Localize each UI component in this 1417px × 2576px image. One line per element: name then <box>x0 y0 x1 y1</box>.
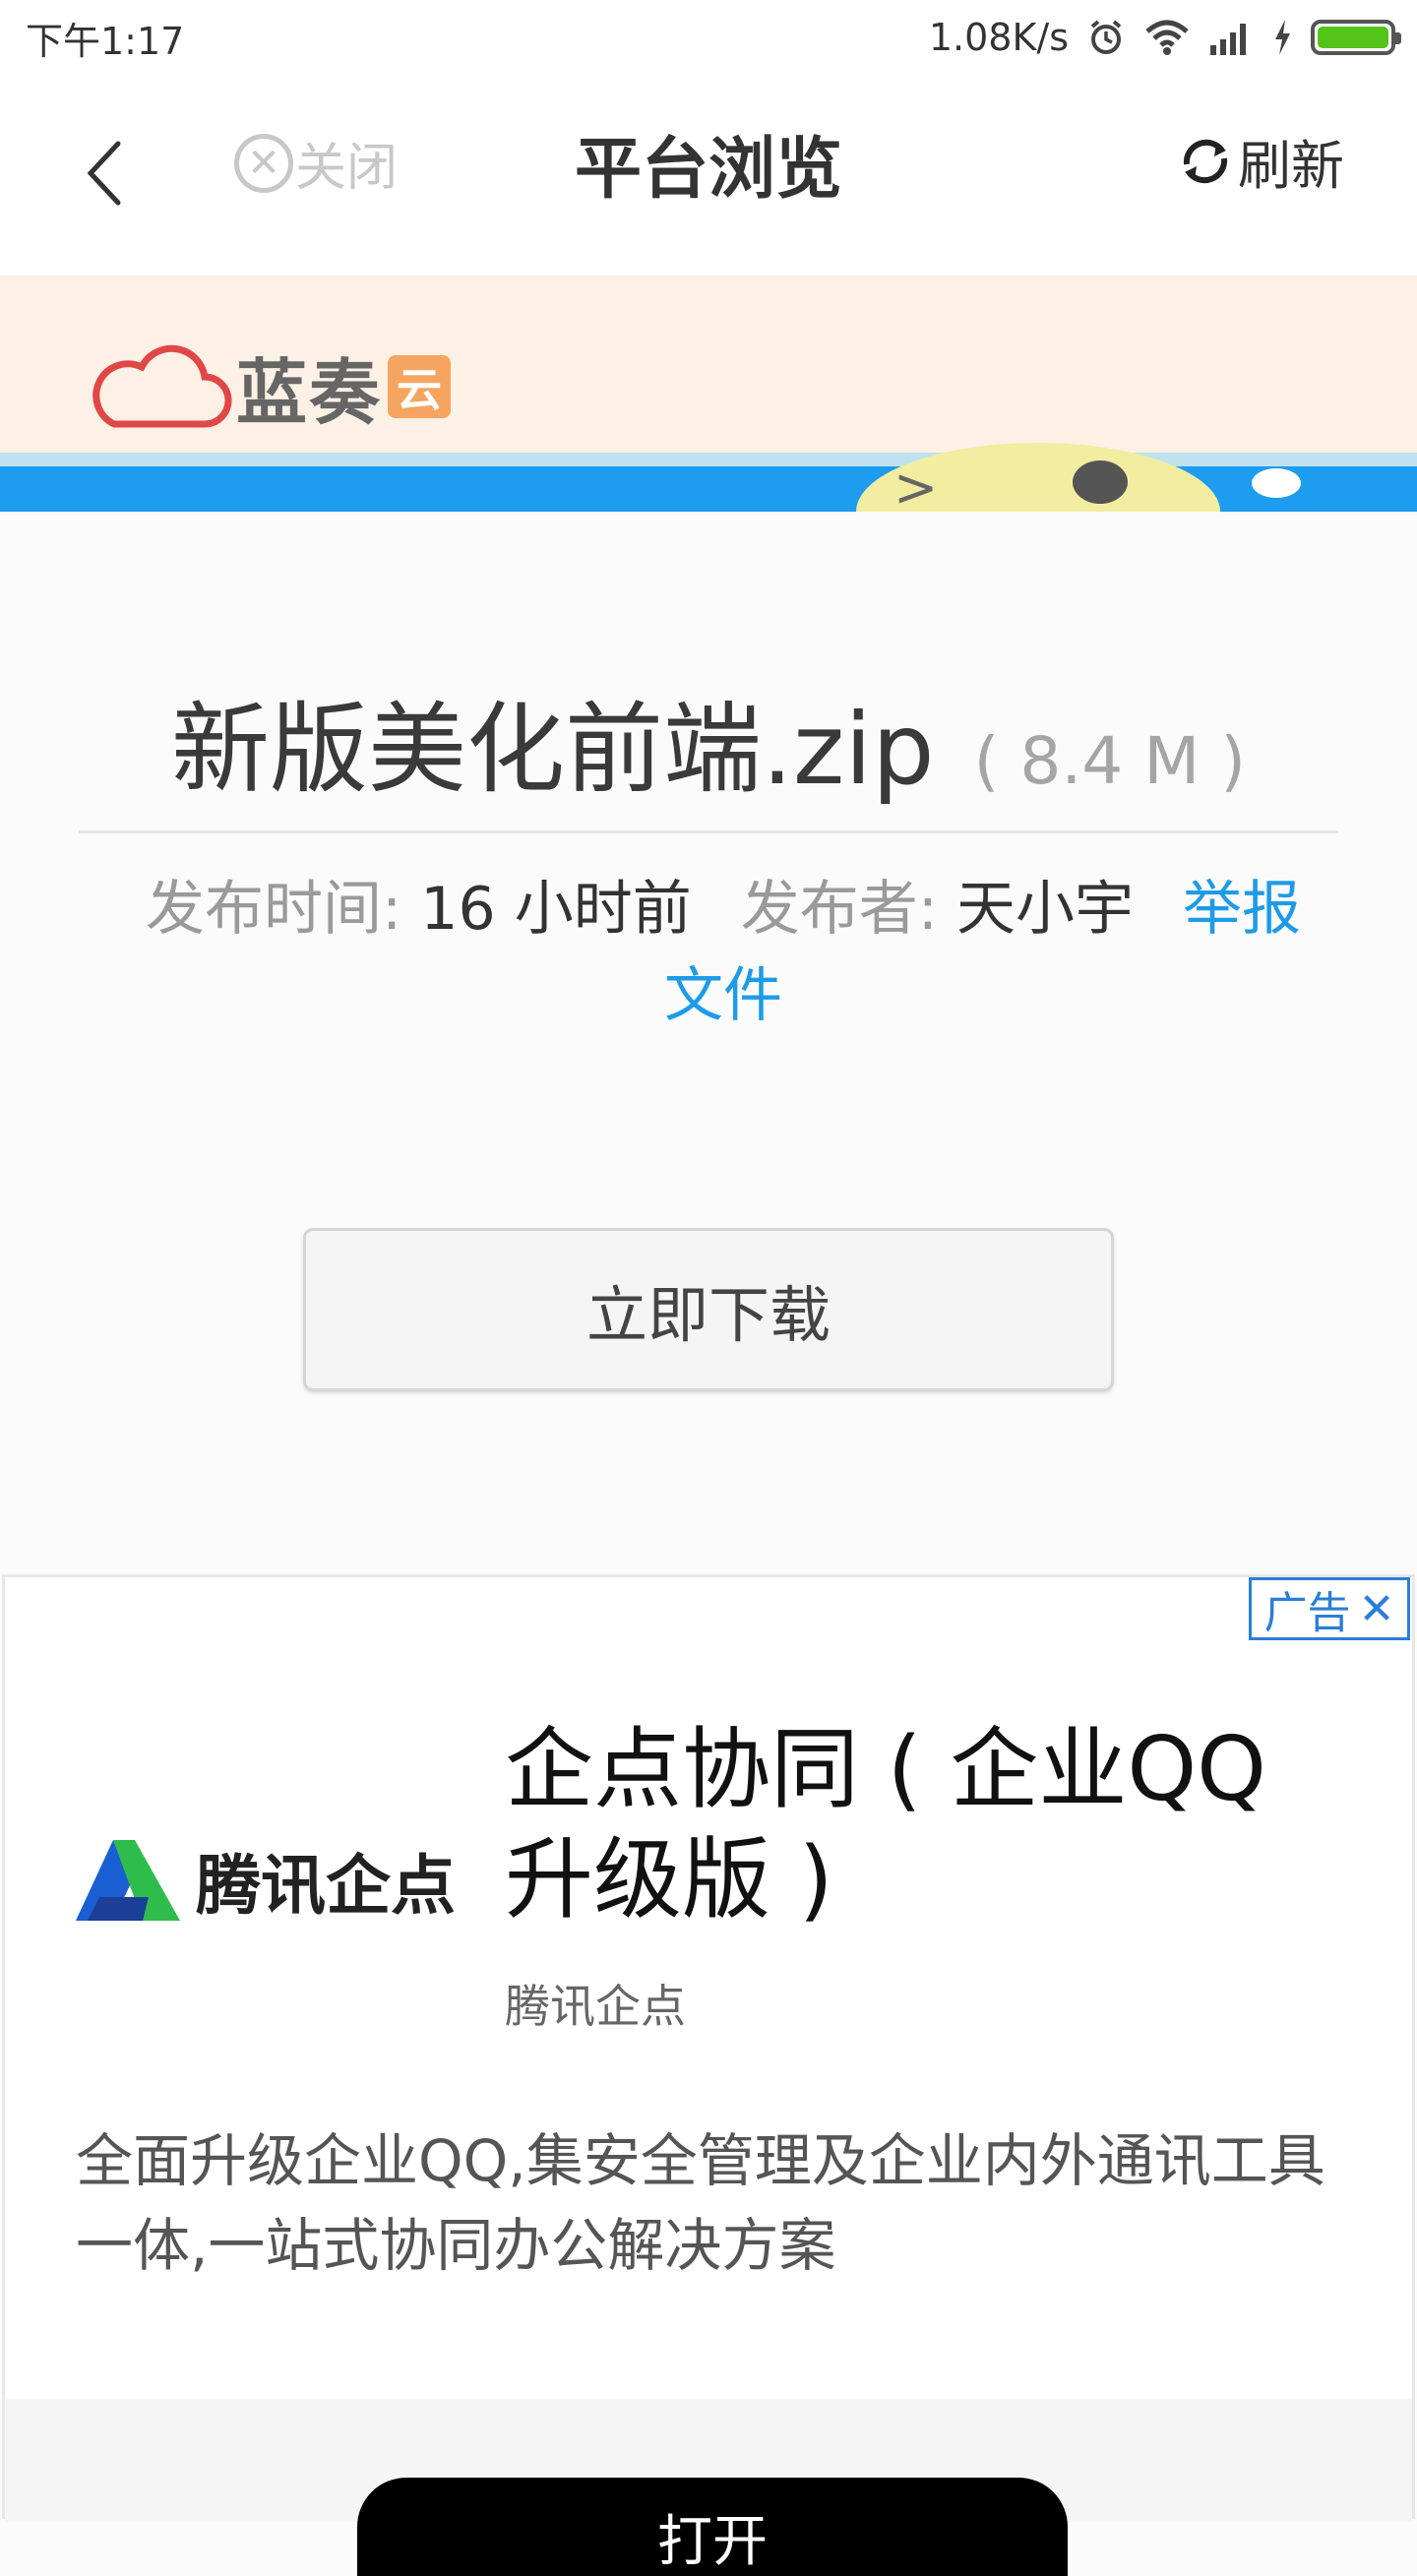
download-button[interactable]: 立即下载 <box>303 1228 1114 1391</box>
qidian-logo-icon <box>76 1840 180 1921</box>
ad-title[interactable]: 企点协同 ( 企业QQ升级版 ) <box>505 1715 1351 1935</box>
mascot-eye <box>1073 460 1128 504</box>
published-value: 16 小时前 <box>420 875 692 944</box>
battery-level <box>1318 27 1388 48</box>
battery-icon <box>1311 20 1401 55</box>
alarm-icon <box>1090 20 1122 54</box>
ad-badge-label: 广告 <box>1263 1588 1351 1638</box>
wifi-icon <box>1145 20 1189 55</box>
nav-bar: ✕ 关闭 平台浏览 刷新 <box>0 75 1417 276</box>
publisher-value: 天小宇 <box>956 875 1134 944</box>
charging-icon <box>1275 20 1290 55</box>
status-icons: 1.08K/s <box>928 16 1401 59</box>
file-name: 新版美化前端.zip <box>171 692 935 807</box>
signal-icon <box>1210 24 1246 55</box>
open-button[interactable]: 打开 <box>357 2478 1068 2576</box>
site-banner: > 蓝奏 云 <box>0 276 1417 512</box>
close-icon[interactable]: ✕ <box>1359 1584 1395 1634</box>
ad-subtitle: 腾讯企点 <box>505 1980 686 2033</box>
cloud-icon <box>92 344 232 427</box>
divider <box>79 830 1338 833</box>
tencent-qidian-logo: 腾讯企点 <box>74 1833 456 1928</box>
file-size: ( 8.4 M ) <box>973 723 1246 799</box>
status-time: 下午1:17 <box>26 19 185 63</box>
file-title: 新版美化前端.zip ( 8.4 M ) <box>0 669 1417 812</box>
publisher-label: 发布者: <box>740 875 938 944</box>
ad-logo-text: 腾讯企点 <box>196 1848 456 1924</box>
network-speed: 1.08K/s <box>928 16 1069 59</box>
logo-text: 蓝奏 <box>236 351 383 434</box>
refresh-label: 刷新 <box>1238 135 1344 197</box>
published-label: 发布时间: <box>145 875 402 944</box>
lanzou-logo[interactable]: 蓝奏 云 <box>85 335 452 438</box>
ad-badge[interactable]: 广告 ✕ <box>1249 1577 1410 1640</box>
ad-card[interactable]: 广告 ✕ 腾讯企点 企点协同 ( 企业QQ升级版 ) 腾讯企点 全面升级企业QQ… <box>2 1574 1415 2576</box>
mascot-highlight <box>1252 468 1301 498</box>
status-bar: 下午1:17 1.08K/s <box>0 0 1417 75</box>
refresh-button[interactable]: 刷新 <box>1175 122 1344 200</box>
ad-description: 全面升级企业QQ,集安全管理及企业内外通讯工具一体,一站式协同办公解决方案 <box>76 2127 1325 2279</box>
refresh-icon <box>1183 139 1228 183</box>
file-meta: 发布时间: 16 小时前 发布者: 天小宇 举报文件 <box>118 866 1328 1039</box>
logo-badge: 云 <box>388 354 452 418</box>
mascot-mouth: > <box>893 457 939 512</box>
